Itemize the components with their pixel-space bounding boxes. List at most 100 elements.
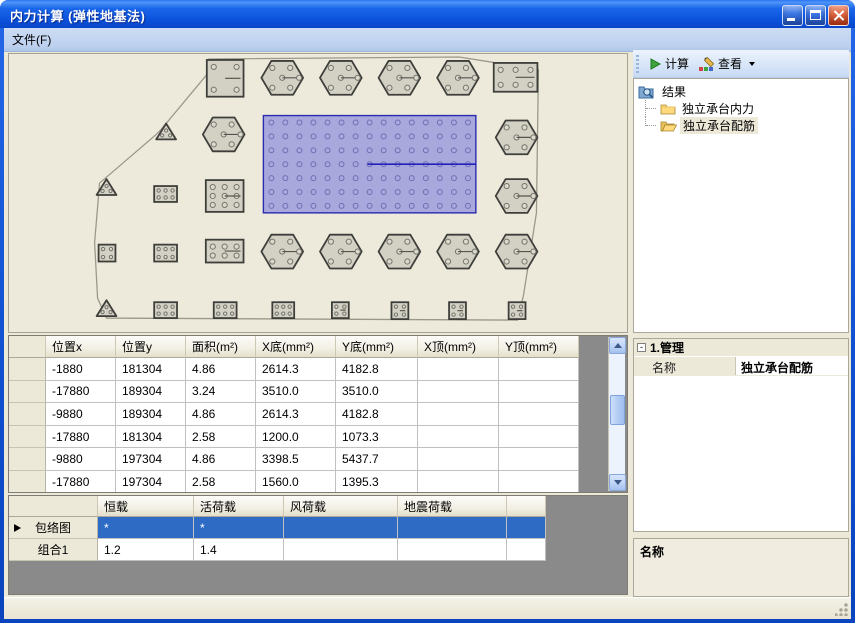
table-row: -178801893043.243510.03510.0	[9, 381, 627, 404]
table-row: -18801813044.862614.34182.8	[9, 358, 627, 381]
table-row: -98801973044.863398.55437.7	[9, 448, 627, 471]
grid-cell[interactable]: 2.58	[186, 471, 256, 493]
status-bar	[4, 597, 851, 619]
column-header[interactable]: 地震荷载	[398, 496, 507, 517]
grid-cell[interactable]: 1200.0	[256, 426, 336, 449]
row-header[interactable]	[9, 381, 46, 404]
column-header[interactable]: 位置y	[116, 336, 186, 358]
grid-cell[interactable]	[499, 448, 579, 471]
grid-cell[interactable]	[418, 448, 499, 471]
row-header[interactable]	[9, 403, 46, 426]
column-header[interactable]: Y顶(mm²)	[499, 336, 579, 358]
site-plan-canvas[interactable]	[8, 53, 628, 333]
grid-cell[interactable]: 3398.5	[256, 448, 336, 471]
close-button[interactable]	[828, 5, 849, 26]
row-header[interactable]	[9, 448, 46, 471]
column-header[interactable]: 风荷载	[284, 496, 398, 517]
column-header[interactable]: X底(mm²)	[256, 336, 336, 358]
grid-cell[interactable]: 4.86	[186, 403, 256, 426]
scroll-up-button[interactable]	[609, 337, 626, 354]
combo-cell[interactable]	[284, 517, 398, 539]
combo-cell[interactable]: 1.2	[98, 539, 194, 561]
grid-cell[interactable]	[499, 403, 579, 426]
grid-cell[interactable]: -9880	[46, 448, 116, 471]
property-value[interactable]: 独立承台配筋	[736, 357, 848, 375]
resize-grip[interactable]	[835, 603, 848, 616]
combo-cell[interactable]	[398, 539, 507, 561]
grid-cell[interactable]: 189304	[116, 403, 186, 426]
tree-item[interactable]: 独立承台内力	[634, 100, 848, 117]
column-header[interactable]: 活荷载	[194, 496, 284, 517]
grid-cell[interactable]: 2614.3	[256, 358, 336, 381]
grid-cell[interactable]: 197304	[116, 471, 186, 493]
grid-cell[interactable]: 2.58	[186, 426, 256, 449]
minimize-button[interactable]	[782, 5, 803, 26]
maximize-button[interactable]	[805, 5, 826, 26]
property-category[interactable]: - 1.管理	[634, 339, 848, 357]
combo-cell[interactable]	[398, 517, 507, 539]
grid-cell[interactable]: 4.86	[186, 358, 256, 381]
view-button[interactable]: 查看	[694, 52, 760, 75]
grid-cell[interactable]: 4.86	[186, 448, 256, 471]
grid-cell[interactable]: 5437.7	[336, 448, 418, 471]
calculate-button[interactable]: 计算	[644, 52, 694, 75]
combo-cell[interactable]	[507, 539, 546, 561]
grid-cell[interactable]: 3510.0	[336, 381, 418, 404]
combo-row-header[interactable]: 包络图	[9, 517, 98, 539]
grid-cell[interactable]: 181304	[116, 358, 186, 381]
tree-item-root[interactable]: 结果	[634, 83, 848, 100]
grid-cell[interactable]	[499, 471, 579, 493]
grid-cell[interactable]: 189304	[116, 381, 186, 404]
menu-file[interactable]: 文件(F)	[4, 28, 59, 51]
combo-cell[interactable]: *	[194, 517, 284, 539]
column-header[interactable]: 位置x	[46, 336, 116, 358]
grid-cell[interactable]	[418, 381, 499, 404]
combo-row-header[interactable]: 组合1	[9, 539, 98, 561]
combo-cell[interactable]: 1.4	[194, 539, 284, 561]
grid-cell[interactable]: 4182.8	[336, 403, 418, 426]
grid-cell[interactable]: 1560.0	[256, 471, 336, 493]
grid-cell[interactable]: 2614.3	[256, 403, 336, 426]
grid-cell[interactable]: 1073.3	[336, 426, 418, 449]
property-row-name[interactable]: 名称 独立承台配筋	[634, 357, 848, 376]
toolbar-grip[interactable]	[636, 55, 639, 73]
combo-cell[interactable]	[284, 539, 398, 561]
property-category-label: 1.管理	[650, 339, 684, 356]
table-row: -178801813042.581200.01073.3	[9, 426, 627, 449]
grid-cell[interactable]: -17880	[46, 426, 116, 449]
grid-cell[interactable]: -1880	[46, 358, 116, 381]
grid-cell[interactable]	[418, 403, 499, 426]
grid-cell[interactable]	[418, 426, 499, 449]
grid-cell[interactable]: 181304	[116, 426, 186, 449]
column-header[interactable]: 面积(m²)	[186, 336, 256, 358]
title-bar[interactable]: 内力计算 (弹性地基法)	[0, 0, 855, 28]
combo-cell[interactable]	[507, 517, 546, 539]
grid-cell[interactable]: -17880	[46, 471, 116, 493]
column-header[interactable]: 恒载	[98, 496, 194, 517]
scroll-thumb[interactable]	[610, 395, 625, 425]
column-header[interactable]: X顶(mm²)	[418, 336, 499, 358]
grid-cell[interactable]	[499, 381, 579, 404]
column-header[interactable]: Y底(mm²)	[336, 336, 418, 358]
grid-cell[interactable]: 197304	[116, 448, 186, 471]
grid-cell[interactable]: 4182.8	[336, 358, 418, 381]
result-grid-scrollbar[interactable]	[608, 337, 625, 491]
close-icon	[833, 10, 844, 21]
row-header[interactable]	[9, 358, 46, 381]
tree-item[interactable]: 独立承台配筋	[634, 117, 848, 134]
scroll-down-button[interactable]	[609, 474, 626, 491]
collapse-icon[interactable]: -	[637, 343, 646, 352]
grid-cell[interactable]: 3.24	[186, 381, 256, 404]
grid-cell[interactable]: -17880	[46, 381, 116, 404]
app-window: 内力计算 (弹性地基法) 文件(F) 位置x位置y面积(m²)X底(mm²)Y底…	[0, 0, 855, 623]
row-header[interactable]	[9, 471, 46, 493]
grid-cell[interactable]: 1395.3	[336, 471, 418, 493]
grid-cell[interactable]	[499, 426, 579, 449]
grid-cell[interactable]: 3510.0	[256, 381, 336, 404]
grid-cell[interactable]	[418, 471, 499, 493]
grid-cell[interactable]: -9880	[46, 403, 116, 426]
grid-cell[interactable]	[418, 358, 499, 381]
row-header[interactable]	[9, 426, 46, 449]
grid-cell[interactable]	[499, 358, 579, 381]
combo-cell[interactable]: *	[98, 517, 194, 539]
